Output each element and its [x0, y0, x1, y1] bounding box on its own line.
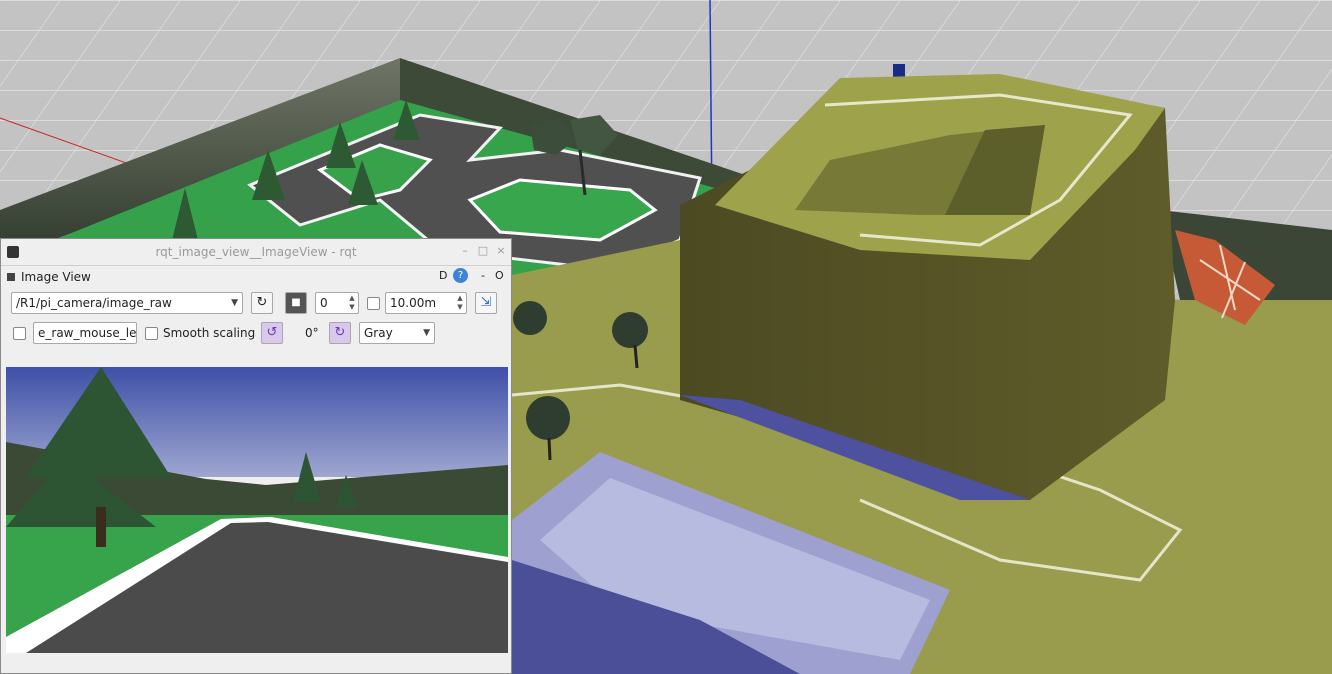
help-icon[interactable]: ? — [453, 268, 468, 283]
topic-select[interactable]: /R1/pi_camera/image_raw ▼ — [11, 292, 243, 314]
panel-header: Image View D ? - O — [1, 266, 511, 288]
chevron-down-icon: ▼ — [423, 328, 430, 338]
rotation-value: 0° — [305, 326, 319, 340]
minimize-button[interactable]: – — [459, 245, 471, 257]
rotate-left-icon: ↺ — [266, 325, 278, 340]
dock-d-button[interactable]: D — [439, 269, 447, 282]
refresh-icon: ↻ — [256, 295, 268, 310]
window-titlebar[interactable]: rqt_image_view__ImageView - rqt – □ × — [1, 239, 511, 266]
fit-window-button[interactable]: ⇲ — [475, 292, 497, 314]
spin-arrows-icon[interactable]: ▲ ▼ — [347, 294, 357, 312]
chevron-down-icon: ▼ — [231, 298, 238, 308]
rqt-image-view-window[interactable]: rqt_image_view__ImageView - rqt – □ × Im… — [0, 238, 512, 674]
close-button[interactable]: × — [495, 245, 507, 257]
mouse-publish-checkbox[interactable] — [13, 327, 26, 340]
smooth-scaling-label: Smooth scaling — [163, 326, 256, 340]
smooth-scaling-checkbox[interactable] — [145, 327, 158, 340]
topic-value: /R1/pi_camera/image_raw — [16, 296, 172, 310]
colormap-value: Gray — [364, 326, 393, 340]
rotate-right-button[interactable]: ↻ — [329, 322, 351, 344]
spin-value: 0 — [320, 296, 328, 310]
options-toolbar: e_raw_mouse_left Smooth scaling ↺ 0° ↻ G… — [1, 318, 511, 348]
refresh-button[interactable]: ↻ — [251, 292, 273, 314]
mouse-topic-input[interactable]: e_raw_mouse_left — [33, 322, 137, 344]
panel-title: Image View — [21, 270, 91, 284]
spin-input[interactable]: 0 ▲ ▼ — [315, 292, 359, 314]
camera-image[interactable] — [6, 367, 508, 653]
panel-close-button[interactable]: O — [495, 269, 504, 282]
topic-toolbar: /R1/pi_camera/image_raw ▼ ↻ ■ 0 ▲ ▼ 10.00… — [1, 288, 511, 318]
distance-input[interactable]: 10.00m ▲ ▼ — [385, 292, 467, 314]
rotate-left-button[interactable]: ↺ — [261, 322, 283, 344]
maximize-button[interactable]: □ — [477, 245, 489, 257]
panel-minimize-button[interactable]: - — [481, 269, 485, 282]
distance-value: 10.00m — [390, 296, 437, 310]
fit-window-icon: ⇲ — [480, 295, 492, 310]
window-title: rqt_image_view__ImageView - rqt — [155, 245, 357, 259]
distance-checkbox[interactable] — [367, 297, 380, 310]
rotate-right-icon: ↻ — [334, 325, 346, 340]
distance-spin-icon[interactable]: ▲ ▼ — [455, 294, 465, 312]
colormap-select[interactable]: Gray ▼ — [359, 322, 435, 344]
save-icon: ■ — [291, 297, 301, 308]
panel-icon — [7, 273, 15, 281]
save-button[interactable]: ■ — [285, 292, 307, 314]
